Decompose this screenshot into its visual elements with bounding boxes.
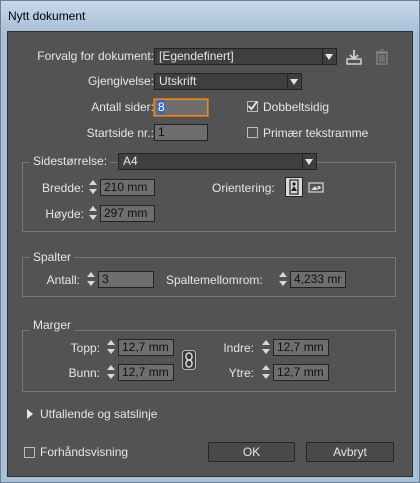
chevron-down-icon [290, 79, 298, 85]
outside-margin-stepper[interactable] [261, 364, 272, 381]
preset-value: [Egendefinert] [159, 49, 234, 63]
page-size-value: A4 [123, 154, 138, 168]
ok-button[interactable]: OK [208, 442, 295, 462]
window-title: Nytt dokument [8, 9, 86, 23]
column-count-input[interactable]: 3 [98, 271, 154, 288]
gutter-label: Spaltemellomrom: [166, 273, 263, 287]
inside-margin-input[interactable]: 12,7 mm [273, 339, 329, 356]
column-count-value: 3 [102, 272, 109, 286]
page-size-group [22, 162, 396, 232]
portrait-orientation-icon[interactable] [285, 177, 303, 197]
save-preset-icon[interactable] [345, 48, 363, 66]
width-value: 210 mm [104, 180, 148, 194]
height-value: 297 mm [104, 206, 148, 220]
bottom-margin-stepper[interactable] [106, 364, 117, 381]
bottom-margin-label: Bunn: [68, 366, 100, 380]
checkmark-icon [247, 100, 258, 111]
page-size-dropdown[interactable]: A4 [118, 153, 317, 170]
primary-text-frame-label: Primær tekstramme [263, 126, 369, 140]
margins-title: Marger [30, 318, 75, 332]
gutter-value: 4,233 mr [294, 272, 342, 286]
title-bar[interactable]: Nytt dokument [1, 1, 419, 31]
inside-margin-stepper[interactable] [261, 339, 272, 356]
new-document-dialog: Nytt dokument Forvalg for dokument: [Ege… [0, 0, 420, 483]
cancel-button[interactable]: Avbryt [306, 442, 394, 462]
chevron-down-icon [305, 159, 313, 165]
facing-pages-checkbox[interactable] [247, 100, 258, 112]
inside-margin-value: 12,7 mm [277, 340, 324, 354]
top-margin-input[interactable]: 12,7 mm [118, 339, 174, 356]
outside-margin-value: 12,7 mm [277, 365, 324, 379]
gutter-stepper[interactable] [278, 271, 289, 288]
column-count-stepper[interactable] [86, 271, 97, 288]
width-label: Bredde: [41, 181, 84, 195]
bleed-slug-label: Utfallende og satslinje [40, 407, 158, 421]
inside-margin-label: Indre: [223, 341, 254, 355]
top-margin-stepper[interactable] [106, 339, 117, 356]
pages-value: 8 [158, 100, 165, 114]
top-margin-value: 12,7 mm [122, 340, 169, 354]
bleed-slug-disclosure[interactable]: Utfallende og satslinje [26, 406, 226, 422]
start-page-input[interactable]: 1 [154, 124, 208, 141]
outside-margin-label: Ytre: [228, 366, 254, 380]
column-count-label: Antall: [46, 273, 80, 287]
start-page-label: Startside nr.: [86, 126, 154, 140]
landscape-orientation-icon[interactable] [307, 178, 325, 196]
height-label: Høyde: [45, 207, 84, 221]
chevron-right-icon [27, 409, 33, 419]
bottom-margin-value: 12,7 mm [122, 365, 169, 379]
top-margin-label: Topp: [70, 341, 100, 355]
outside-margin-input[interactable]: 12,7 mm [273, 364, 329, 381]
pages-input[interactable]: 8 [154, 99, 208, 116]
margins-group [22, 330, 396, 392]
columns-title: Spalter [30, 250, 75, 264]
intent-label: Gjengivelse: [87, 74, 154, 88]
intent-value: Utskrift [159, 74, 197, 88]
width-input[interactable]: 210 mm [100, 179, 155, 196]
preview-label: Forhåndsvisning [40, 445, 129, 459]
preview-checkbox[interactable] [24, 447, 35, 458]
bottom-margin-input[interactable]: 12,7 mm [118, 364, 174, 381]
preset-dropdown[interactable]: [Egendefinert] [154, 48, 337, 65]
preset-label: Forvalg for dokument: [37, 49, 154, 63]
intent-dropdown[interactable]: Utskrift [154, 73, 302, 90]
height-input[interactable]: 297 mm [100, 205, 155, 222]
pages-label: Antall sider: [91, 100, 154, 114]
trash-icon[interactable] [373, 48, 391, 66]
facing-pages-label: Dobbeltsidig [263, 100, 330, 114]
gutter-input[interactable]: 4,233 mr [290, 271, 346, 288]
orientation-label: Orientering: [212, 181, 275, 195]
start-page-value: 1 [158, 125, 165, 139]
dialog-body: Forvalg for dokument: [Egendefinert] Gje… [7, 31, 413, 477]
page-size-label: Sidestørrelse: [30, 154, 111, 168]
primary-text-frame-checkbox[interactable] [247, 127, 258, 138]
chevron-down-icon [325, 54, 333, 60]
width-stepper[interactable] [88, 179, 99, 196]
height-stepper[interactable] [88, 205, 99, 222]
chain-link-icon[interactable] [182, 350, 196, 370]
